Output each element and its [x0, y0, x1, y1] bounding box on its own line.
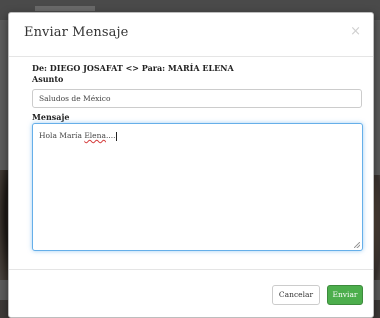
message-misspelled-word: Elena: [84, 131, 106, 140]
message-text-start: Hola María: [39, 131, 85, 140]
cancel-button[interactable]: Cancelar: [272, 285, 320, 305]
message-text-end: ....: [105, 131, 116, 140]
resize-handle-icon[interactable]: [354, 242, 360, 248]
text-cursor: [116, 131, 118, 141]
modal-footer: Cancelar Enviar: [9, 269, 373, 317]
sender-recipient-line: De: DIEGO JOSAFAT <> Para: MARÍA ELENA: [32, 63, 234, 73]
modal-header: Enviar Mensaje ×: [9, 13, 373, 57]
modal-title: Enviar Mensaje: [24, 25, 129, 40]
subject-label: Asunto: [32, 74, 64, 84]
message-label: Mensaje: [32, 112, 70, 122]
subject-input[interactable]: Saludos de México: [32, 89, 362, 108]
send-button[interactable]: Enviar: [327, 285, 363, 305]
background-navbar-text: [35, 6, 95, 11]
send-message-modal: Enviar Mensaje × De: DIEGO JOSAFAT <> Pa…: [8, 12, 374, 318]
message-textarea[interactable]: Hola María Elena....: [32, 123, 363, 251]
close-icon[interactable]: ×: [350, 24, 361, 39]
